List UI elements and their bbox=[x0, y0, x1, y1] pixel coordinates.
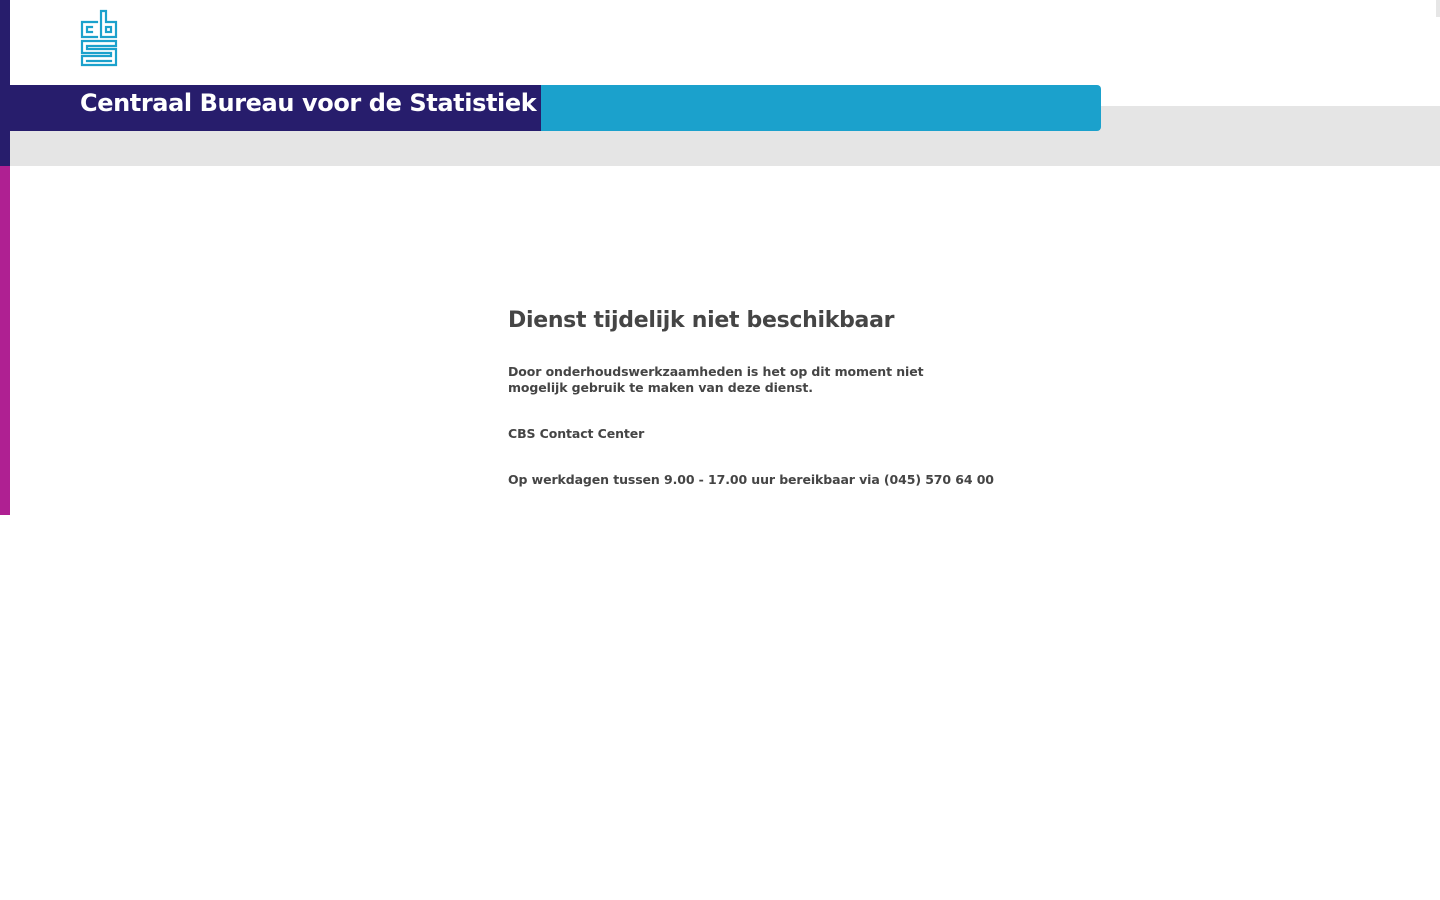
cbs-logo-icon[interactable] bbox=[80, 9, 118, 67]
contact-hours: Op werkdagen tussen 9.00 - 17.00 uur ber… bbox=[508, 472, 994, 487]
contact-center-title: CBS Contact Center bbox=[508, 426, 645, 441]
header-title-bar: Centraal Bureau voor de Statistiek bbox=[10, 85, 541, 131]
maintenance-description: Door onderhoudswerkzaamheden is het op d… bbox=[508, 364, 924, 395]
scrollbar[interactable] bbox=[1436, 0, 1440, 17]
page: Centraal Bureau voor de Statistiek Diens… bbox=[0, 0, 1440, 900]
header-blue-bar bbox=[541, 85, 1101, 131]
left-accent-bar-top bbox=[0, 0, 10, 166]
cbs-logo-icon-svg bbox=[80, 9, 118, 67]
organization-title[interactable]: Centraal Bureau voor de Statistiek bbox=[80, 85, 537, 131]
page-title: Dienst tijdelijk niet beschikbaar bbox=[508, 308, 895, 333]
left-accent-bar-bottom bbox=[0, 166, 10, 515]
maintenance-message: Dienst tijdelijk niet beschikbaar Door o… bbox=[508, 305, 994, 487]
